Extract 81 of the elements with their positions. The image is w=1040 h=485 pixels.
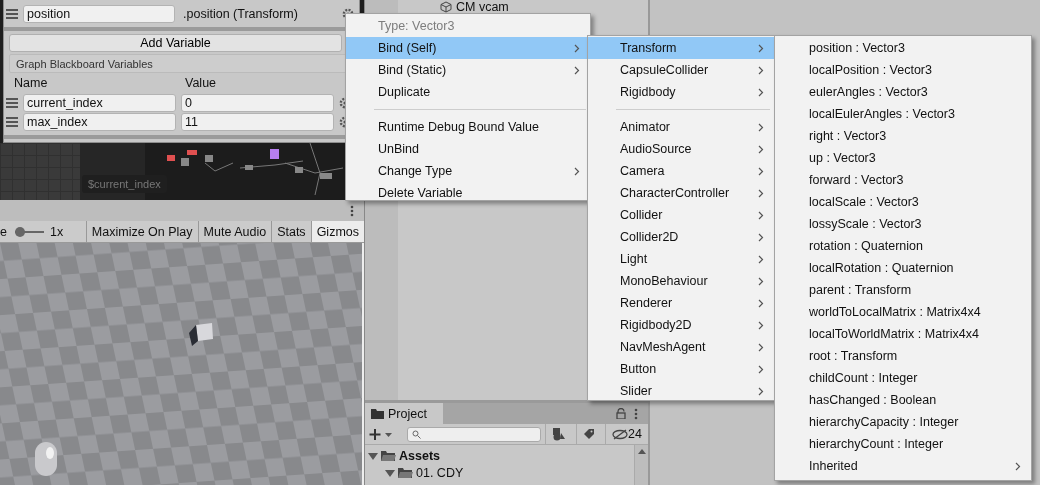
folder-icon xyxy=(381,450,396,461)
binding-label: .position (Transform) xyxy=(183,6,299,21)
menu-item[interactable]: eulerAngles : Vector3 xyxy=(775,81,1031,103)
menu-item[interactable]: hierarchyCapacity : Integer xyxy=(775,411,1031,433)
menu-item[interactable]: localToWorldMatrix : Matrix4x4 xyxy=(775,323,1031,345)
folder-icon xyxy=(371,408,384,419)
search-field[interactable] xyxy=(407,426,542,442)
drag-handle-icon[interactable] xyxy=(6,117,18,128)
hidden-count-button[interactable]: 24 xyxy=(605,424,648,444)
more-options-icon[interactable] xyxy=(634,407,638,420)
input-field[interactable]: max_index xyxy=(23,113,176,132)
menu-item[interactable]: UnBind xyxy=(346,138,590,160)
menu-item[interactable]: Animator xyxy=(588,116,774,138)
menu-item[interactable]: Transform xyxy=(588,37,774,59)
menu-item[interactable]: Slider xyxy=(588,380,774,402)
menu-header: Type: Vector3 xyxy=(377,18,456,35)
project-tab[interactable]: Project xyxy=(365,403,443,424)
drag-handle-icon[interactable] xyxy=(6,97,18,108)
menu-item[interactable]: MonoBehaviour xyxy=(588,270,774,292)
add-dropdown-icon[interactable] xyxy=(369,427,393,441)
menu-item[interactable]: parent : Transform xyxy=(775,279,1031,301)
menu-item[interactable]: localScale : Vector3 xyxy=(775,191,1031,213)
menu-item[interactable]: Camera xyxy=(588,160,774,182)
menu-item[interactable]: up : Vector3 xyxy=(775,147,1031,169)
menu-item[interactable]: Inherited xyxy=(775,455,1031,477)
menu-item[interactable]: Collider2D xyxy=(588,226,774,248)
menu-item[interactable]: Button xyxy=(588,358,774,380)
shapes-icon[interactable] xyxy=(552,427,567,441)
menu-item[interactable]: NavMeshAgent xyxy=(588,336,774,358)
add-variable-button[interactable]: Add Variable xyxy=(9,33,342,53)
scroll-up-icon[interactable] xyxy=(637,449,646,454)
menu-item[interactable]: CharacterController xyxy=(588,182,774,204)
drag-handle-icon[interactable] xyxy=(6,8,18,19)
menu-item[interactable]: Change Type xyxy=(346,160,590,182)
menu-item[interactable]: Rigidbody xyxy=(588,81,774,103)
cube-icon xyxy=(440,1,452,13)
slider-thumb[interactable] xyxy=(14,226,25,237)
menu-item[interactable]: lossyScale : Vector3 xyxy=(775,213,1031,235)
menu-item[interactable]: localEulerAngles : Vector3 xyxy=(775,103,1031,125)
tree-item[interactable]: Assets xyxy=(399,448,440,463)
menu-item[interactable]: right : Vector3 xyxy=(775,125,1031,147)
menu-item[interactable]: localRotation : Quaternion xyxy=(775,257,1031,279)
menu-item[interactable]: Rigidbody2D xyxy=(588,314,774,336)
search-icon xyxy=(412,429,421,439)
menu-item[interactable]: AudioSource xyxy=(588,138,774,160)
menu-item[interactable]: forward : Vector3 xyxy=(775,169,1031,191)
menu-item[interactable]: childCount : Integer xyxy=(775,367,1031,389)
eye-slash-icon xyxy=(612,428,629,440)
scrollbar[interactable] xyxy=(634,445,648,485)
scale-label: e xyxy=(0,223,7,241)
toggle-button[interactable]: Gizmos xyxy=(310,221,364,242)
input-field[interactable]: 0 xyxy=(181,93,334,112)
menu-item[interactable]: position : Vector3 xyxy=(775,37,1031,59)
menu-item[interactable]: localPosition : Vector3 xyxy=(775,59,1031,81)
hierarchy-item[interactable]: CM vcam xyxy=(456,0,509,14)
expanded-arrow-icon[interactable] xyxy=(368,450,378,461)
scale-value: 1x xyxy=(50,223,64,241)
menu-item[interactable]: Duplicate xyxy=(346,81,590,103)
menu-item[interactable]: hasChanged : Boolean xyxy=(775,389,1031,411)
menu-item[interactable]: hierarchyCount : Integer xyxy=(775,433,1031,455)
folder-icon xyxy=(398,467,413,478)
input-field[interactable]: current_index xyxy=(23,93,176,112)
lock-icon[interactable] xyxy=(616,408,626,419)
menu-item[interactable]: Delete Variable xyxy=(346,182,590,204)
menu-item[interactable]: Collider xyxy=(588,204,774,226)
menu-item[interactable]: CapsuleCollider xyxy=(588,59,774,81)
menu-item[interactable]: Light xyxy=(588,248,774,270)
column-header: Value xyxy=(185,75,217,90)
tree-item[interactable]: 01. CDY xyxy=(416,465,464,480)
column-header: Name xyxy=(14,75,49,90)
tag-icon[interactable] xyxy=(583,428,596,440)
menu-item[interactable]: Renderer xyxy=(588,292,774,314)
menu-item[interactable]: rotation : Quaternion xyxy=(775,235,1031,257)
menu-item[interactable]: Runtime Debug Bound Value xyxy=(346,116,590,138)
more-options-icon[interactable] xyxy=(350,204,354,217)
input-field[interactable]: position xyxy=(23,4,176,23)
expanded-arrow-icon[interactable] xyxy=(385,467,395,478)
menu-item[interactable]: root : Transform xyxy=(775,345,1031,367)
menu-item[interactable]: Bind (Self) xyxy=(346,37,590,59)
menu-item[interactable]: worldToLocalMatrix : Matrix4x4 xyxy=(775,301,1031,323)
input-field[interactable]: 11 xyxy=(181,113,334,132)
